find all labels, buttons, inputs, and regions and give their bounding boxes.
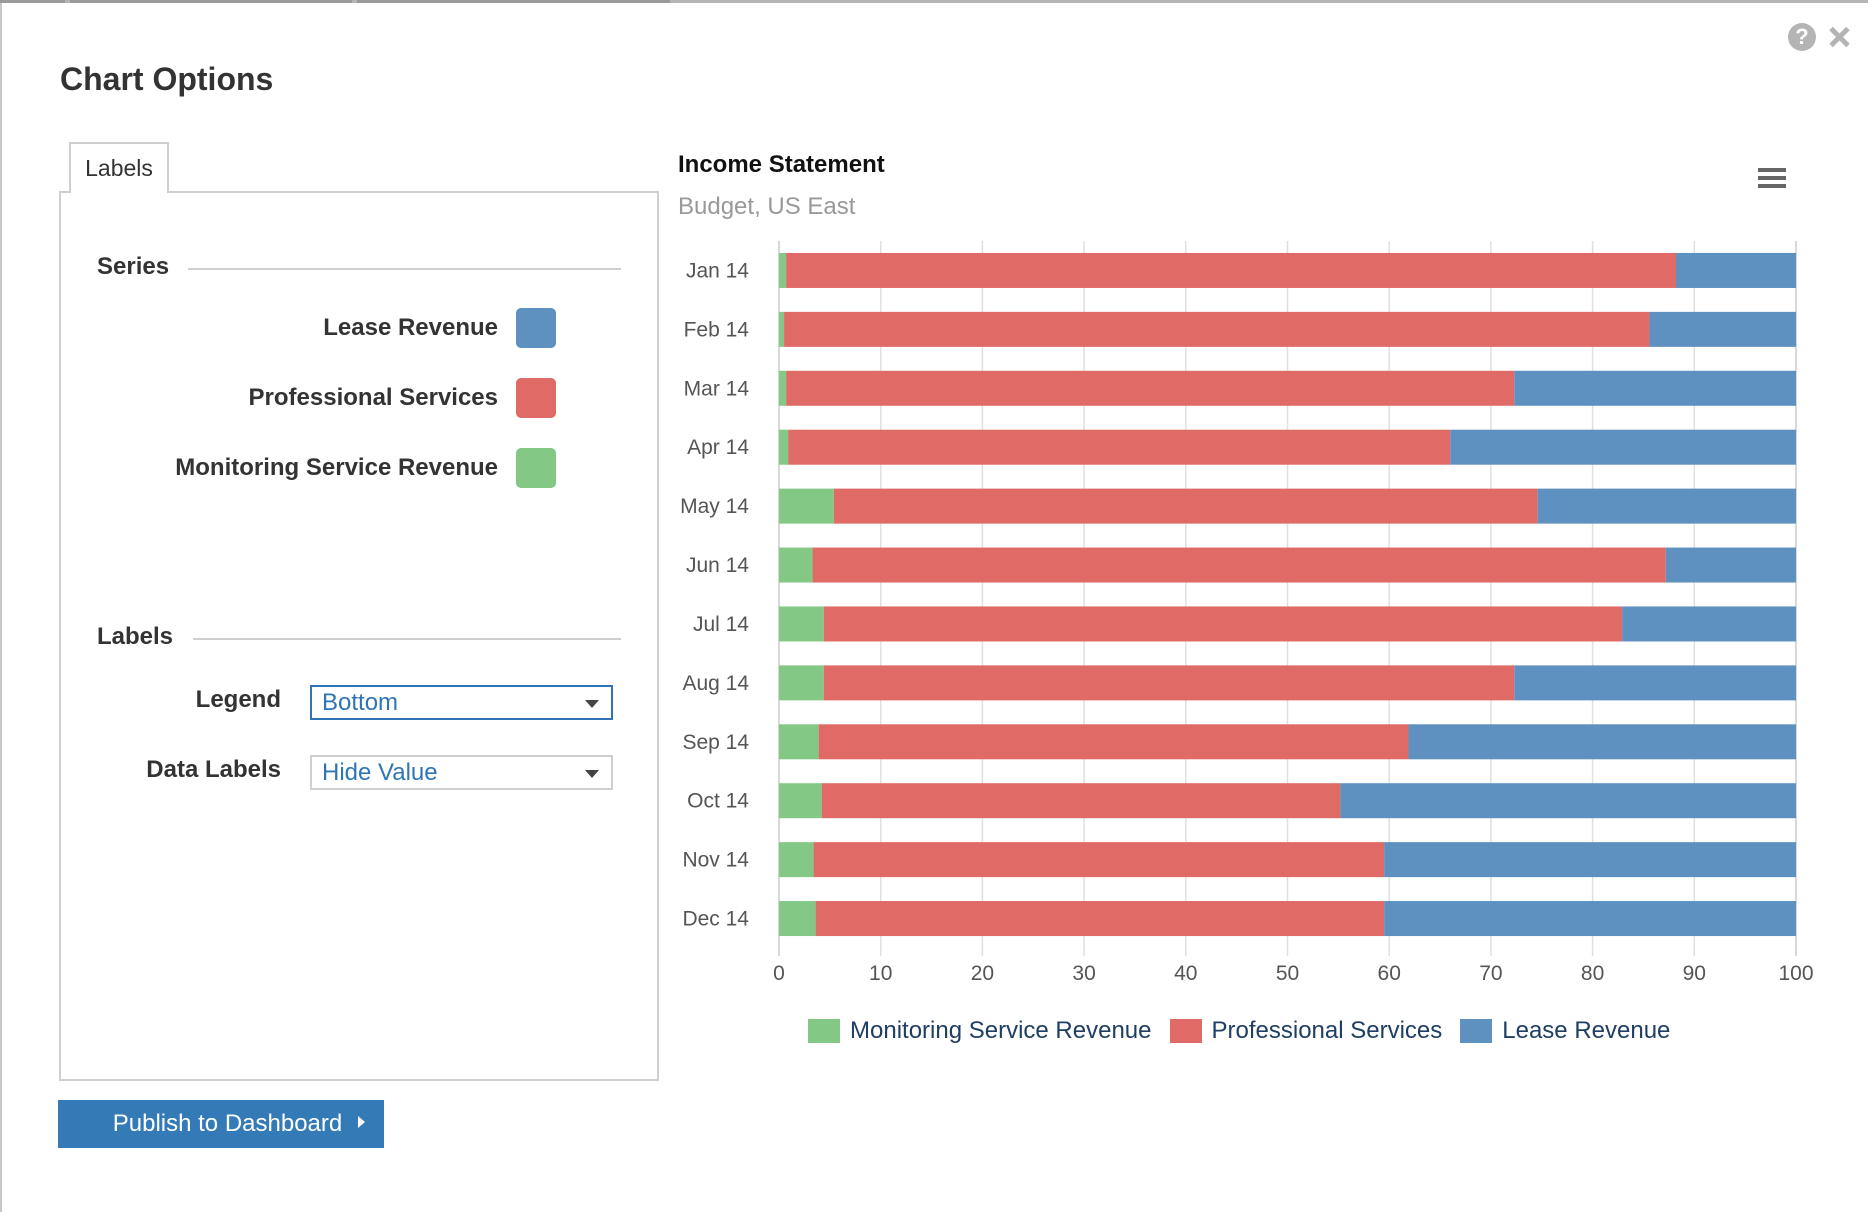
bar-segment-professional-services[interactable] (833, 488, 1538, 524)
bar-segment-monitoring-service-revenue[interactable] (779, 901, 816, 937)
bar-segment-professional-services[interactable] (818, 724, 1409, 760)
category-label: May 14 (680, 495, 749, 518)
category-label: Feb 14 (684, 318, 750, 341)
bar-segment-professional-services[interactable] (786, 252, 1676, 288)
bar-segment-professional-services[interactable] (784, 311, 1650, 347)
bar-segment-lease-revenue[interactable] (1384, 842, 1796, 878)
bar-segment-professional-services[interactable] (813, 842, 1385, 878)
bar-segment-monitoring-service-revenue[interactable] (779, 783, 822, 819)
x-tick-label: 70 (1479, 962, 1502, 985)
legend-swatch (808, 1019, 840, 1043)
category-label: Apr 14 (687, 436, 749, 459)
bar-segment-lease-revenue[interactable] (1675, 252, 1796, 288)
bar-segment-monitoring-service-revenue[interactable] (779, 370, 787, 406)
bar-segment-monitoring-service-revenue[interactable] (779, 429, 789, 465)
bar-segment-monitoring-service-revenue[interactable] (779, 606, 824, 642)
x-tick-label: 100 (1778, 962, 1813, 985)
chart-legend: Monitoring Service Revenue Professional … (808, 1017, 1670, 1045)
bar-segment-lease-revenue[interactable] (1408, 724, 1796, 760)
x-tick-label: 60 (1378, 962, 1401, 985)
category-label: Mar 14 (684, 377, 750, 400)
bar-segment-lease-revenue[interactable] (1622, 606, 1796, 642)
x-tick-label: 90 (1683, 962, 1706, 985)
x-tick-label: 30 (1072, 962, 1095, 985)
x-tick-label: 80 (1581, 962, 1604, 985)
bar-segment-monitoring-service-revenue[interactable] (779, 547, 813, 583)
bar-segment-monitoring-service-revenue[interactable] (779, 488, 834, 524)
legend-label: Professional Services (1211, 1017, 1443, 1044)
bar-segment-monitoring-service-revenue[interactable] (779, 311, 785, 347)
bar-segment-monitoring-service-revenue[interactable] (779, 724, 819, 760)
category-label: Jun 14 (686, 554, 749, 577)
bar-segment-professional-services[interactable] (815, 901, 1385, 937)
legend-swatch (1169, 1019, 1202, 1043)
bar-segment-professional-services[interactable] (812, 547, 1666, 583)
legend-item-professional-services[interactable]: Professional Services (1169, 1017, 1443, 1045)
bar-segment-professional-services[interactable] (823, 665, 1515, 701)
bar-segment-lease-revenue[interactable] (1450, 429, 1796, 465)
x-tick-label: 10 (869, 962, 892, 985)
chart-options-dialog: ? Chart Options Labels Series Lease Reve… (0, 3, 1868, 1212)
category-label: Dec 14 (682, 908, 749, 931)
category-label: Sep 14 (682, 731, 749, 754)
bar-segment-lease-revenue[interactable] (1649, 311, 1796, 347)
legend-label: Lease Revenue (1502, 1017, 1671, 1044)
bar-segment-lease-revenue[interactable] (1514, 665, 1796, 701)
x-tick-label: 40 (1174, 962, 1197, 985)
bar-segment-lease-revenue[interactable] (1340, 783, 1796, 819)
bar-segment-professional-services[interactable] (786, 370, 1515, 406)
category-label: Aug 14 (682, 672, 749, 695)
bar-segment-lease-revenue[interactable] (1537, 488, 1796, 524)
bar-segment-professional-services[interactable] (788, 429, 1451, 465)
category-label: Nov 14 (682, 849, 749, 872)
tab-labels[interactable]: Labels (69, 142, 169, 193)
x-tick-label: 50 (1276, 962, 1299, 985)
bar-segment-professional-services[interactable] (823, 606, 1623, 642)
category-label: Jul 14 (693, 613, 749, 636)
legend-swatch (1460, 1019, 1493, 1043)
bar-segment-lease-revenue[interactable] (1665, 547, 1796, 583)
bar-segment-lease-revenue[interactable] (1514, 370, 1796, 406)
legend-label: Monitoring Service Revenue (850, 1017, 1152, 1044)
category-label: Oct 14 (687, 790, 749, 813)
x-tick-label: 0 (773, 962, 785, 985)
bar-segment-monitoring-service-revenue[interactable] (779, 252, 787, 288)
legend-item-monitoring-service-revenue[interactable]: Monitoring Service Revenue (808, 1017, 1152, 1045)
bar-segment-lease-revenue[interactable] (1384, 901, 1796, 937)
category-label: Jan 14 (686, 259, 749, 282)
legend-item-lease-revenue[interactable]: Lease Revenue (1460, 1017, 1670, 1045)
bar-segment-monitoring-service-revenue[interactable] (779, 842, 814, 878)
bar-segment-professional-services[interactable] (821, 783, 1341, 819)
bar-segment-monitoring-service-revenue[interactable] (779, 665, 824, 701)
x-tick-label: 20 (971, 962, 994, 985)
